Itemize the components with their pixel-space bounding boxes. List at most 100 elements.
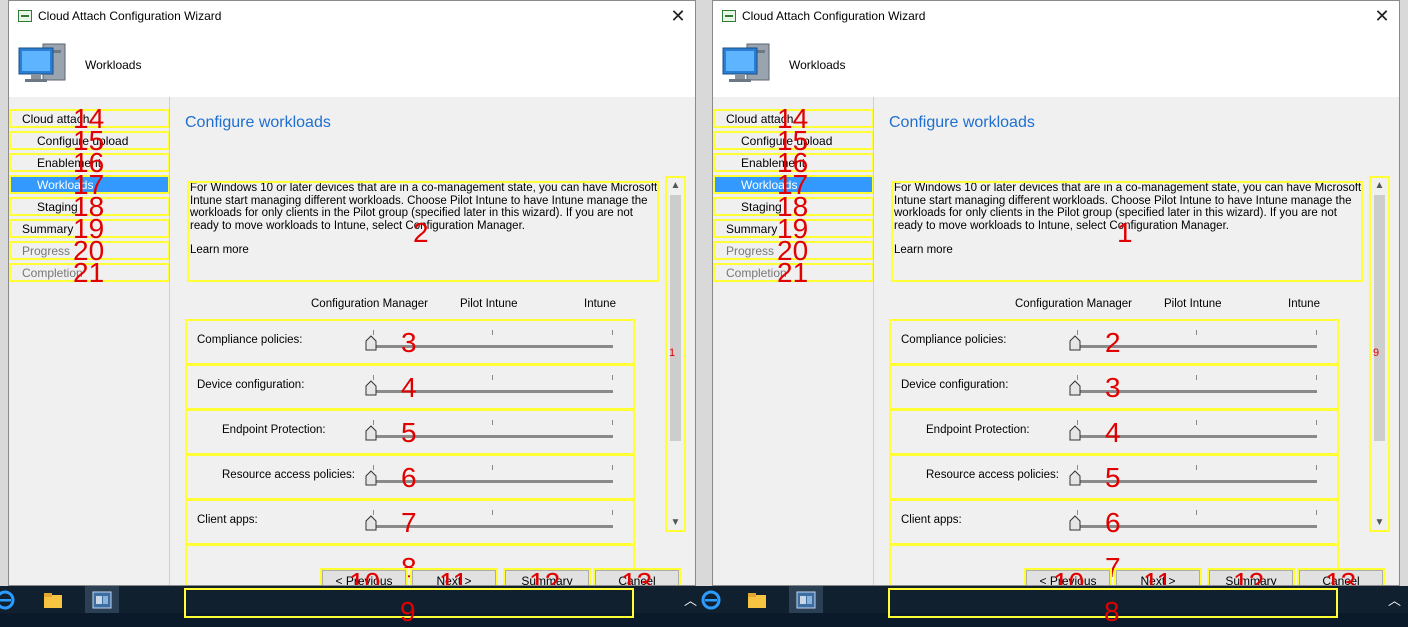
slider-thumb[interactable] <box>1069 380 1081 396</box>
chevron-up-icon[interactable]: ︿ <box>684 590 697 609</box>
slider-tick <box>612 510 613 515</box>
slider-tick <box>612 330 613 335</box>
config-manager-icon[interactable] <box>91 589 113 611</box>
slider-thumb[interactable] <box>1069 335 1081 351</box>
slider-thumb[interactable] <box>1069 515 1081 531</box>
slider-thumb[interactable] <box>365 380 377 396</box>
slider-tick <box>492 510 493 515</box>
learn-more-link[interactable]: Learn more <box>894 244 953 256</box>
learn-more-link[interactable]: Learn more <box>190 244 249 256</box>
wizard-app-icon <box>18 10 32 22</box>
scroll-down-icon[interactable]: ▼ <box>1371 514 1388 531</box>
file-explorer-icon[interactable] <box>746 589 768 611</box>
scroll-up-icon[interactable]: ▲ <box>667 177 684 194</box>
annotation-number: 6 <box>1105 507 1121 538</box>
slider-tick <box>1196 420 1197 425</box>
column-header-intune: Intune <box>1288 298 1320 310</box>
nav-item-progress[interactable]: Progress <box>726 243 774 260</box>
workload-label: Client apps: <box>197 514 258 526</box>
close-icon[interactable]: ✕ <box>1369 3 1395 29</box>
slider-thumb[interactable] <box>365 335 377 351</box>
slider-tick <box>492 465 493 470</box>
annotation-number: 7 <box>401 507 417 538</box>
annotation-number: 10 <box>349 567 381 586</box>
annotation-number: 13 <box>1325 567 1357 586</box>
slider-thumb[interactable] <box>365 470 377 486</box>
slider-thumb[interactable] <box>365 515 377 531</box>
nav-item-staging[interactable]: Staging <box>741 199 782 216</box>
nav-item-progress[interactable]: Progress <box>22 243 70 260</box>
slider-tick <box>492 375 493 380</box>
workload-label: Device configuration: <box>197 379 305 391</box>
annotation-number: 4 <box>401 372 417 403</box>
title-bar: Cloud Attach Configuration Wizard ✕ <box>713 1 1399 32</box>
slider-tick <box>1316 465 1317 470</box>
annotation-number: 11 <box>1143 567 1173 586</box>
file-explorer-icon[interactable] <box>42 589 64 611</box>
close-icon[interactable]: ✕ <box>665 3 691 29</box>
workload-label: Client apps: <box>901 514 962 526</box>
background-right <box>1400 0 1408 586</box>
scroll-down-icon[interactable]: ▼ <box>667 514 684 531</box>
vertical-scrollbar[interactable]: ▲ 9 ▼ <box>1371 177 1388 531</box>
title-bar: Cloud Attach Configuration Wizard ✕ <box>9 1 695 32</box>
annotation-number: 11 <box>439 567 469 586</box>
scroll-thumb[interactable] <box>1374 195 1385 441</box>
annotation-number: 12 <box>1233 567 1265 586</box>
slider-tick <box>1196 510 1197 515</box>
window-title: Cloud Attach Configuration Wizard <box>742 9 926 23</box>
workload-label: Compliance policies: <box>901 334 1007 346</box>
wizard-header: Workloads <box>713 32 1399 97</box>
nav-item-summary[interactable]: Summary <box>22 221 73 238</box>
chevron-up-icon[interactable]: ︿ <box>1388 590 1401 609</box>
wizard-window-right: Cloud Attach Configuration Wizard ✕ Work… <box>712 0 1400 586</box>
column-header-configuration-manager: Configuration Manager <box>1015 298 1132 310</box>
nav-item-staging[interactable]: Staging <box>37 199 78 216</box>
nav-item-summary[interactable]: Summary <box>726 221 777 238</box>
internet-explorer-icon[interactable] <box>0 589 16 611</box>
annotation-number: 3 <box>1105 372 1121 403</box>
annotation-number: 13 <box>621 567 653 586</box>
slider-tick <box>612 375 613 380</box>
workload-label: Resource access policies: <box>926 469 1059 481</box>
internet-explorer-icon[interactable] <box>700 589 722 611</box>
page-title: Configure workloads <box>185 114 331 131</box>
annotation-number: 21 <box>73 257 105 288</box>
slider-thumb[interactable] <box>1069 425 1081 441</box>
nav-divider <box>169 97 170 585</box>
slider-tick <box>1316 330 1317 335</box>
computer-icon <box>722 43 770 82</box>
computer-icon <box>18 43 66 82</box>
scroll-thumb[interactable] <box>670 195 681 441</box>
workload-label: Endpoint Protection: <box>222 424 326 436</box>
slider-tick <box>1316 420 1317 425</box>
window-title: Cloud Attach Configuration Wizard <box>38 9 222 23</box>
slider-tick <box>1316 375 1317 380</box>
annotation-number: 2 <box>1105 327 1121 358</box>
scroll-up-icon[interactable]: ▲ <box>1371 177 1388 194</box>
wizard-app-icon <box>722 10 736 22</box>
workload-label: Resource access policies: <box>222 469 355 481</box>
slider-tick <box>1196 375 1197 380</box>
annotation-number: 1 <box>669 347 676 359</box>
slider-tick <box>1196 330 1197 335</box>
page-header-label: Workloads <box>789 58 846 72</box>
annotation-number: 6 <box>401 462 417 493</box>
config-manager-icon[interactable] <box>795 589 817 611</box>
wizard-header: Workloads <box>9 32 695 97</box>
slider-tick <box>492 420 493 425</box>
annotation-number: 12 <box>529 567 561 586</box>
slider-thumb[interactable] <box>365 425 377 441</box>
column-header-configuration-manager: Configuration Manager <box>311 298 428 310</box>
workload-label: Compliance policies: <box>197 334 303 346</box>
taskbar: ︿ ︿ <box>0 586 1408 613</box>
vertical-scrollbar[interactable]: ▲ 1 ▼ <box>667 177 684 531</box>
slider-tick <box>492 330 493 335</box>
annotation-number: 5 <box>401 417 417 448</box>
annotation-number: 5 <box>1105 462 1121 493</box>
annotation-number: 8 <box>1104 596 1120 627</box>
workload-label: Device configuration: <box>901 379 1009 391</box>
slider-thumb[interactable] <box>1069 470 1081 486</box>
page-header-label: Workloads <box>85 58 142 72</box>
page-title: Configure workloads <box>889 114 1035 131</box>
